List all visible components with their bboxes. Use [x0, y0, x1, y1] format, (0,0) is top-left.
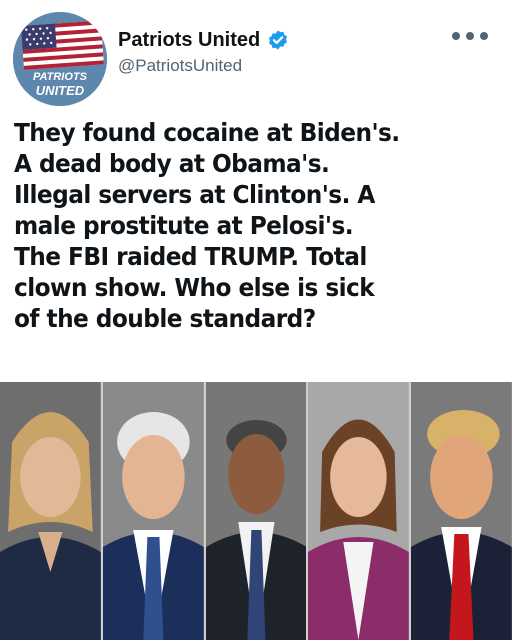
- avatar[interactable]: PATRIOTS UNITED: [13, 12, 107, 106]
- portrait-image-5: [411, 382, 512, 640]
- avatar-logo-text: PATRIOTS UNITED: [13, 70, 107, 98]
- politician-photo-strip[interactable]: [0, 382, 512, 640]
- avatar-text-line1: PATRIOTS: [33, 71, 87, 83]
- verified-badge-icon: [269, 30, 288, 50]
- more-horizontal-icon[interactable]: [450, 26, 490, 46]
- account-handle[interactable]: @PatriotsUnited: [118, 56, 242, 76]
- portrait-image-3: [205, 382, 307, 640]
- avatar-text-line2: UNITED: [35, 83, 85, 98]
- name-row: Patriots United: [118, 26, 289, 54]
- portrait-image-4: [308, 382, 410, 640]
- display-name[interactable]: Patriots United: [118, 29, 260, 52]
- post-header: PATRIOTS UNITED Patriots United @Patriot…: [0, 0, 512, 110]
- portrait-image-1: [0, 382, 101, 640]
- portrait-image-2: [102, 382, 204, 640]
- post-text: They found cocaine at Biden's. A dead bo…: [14, 118, 400, 333]
